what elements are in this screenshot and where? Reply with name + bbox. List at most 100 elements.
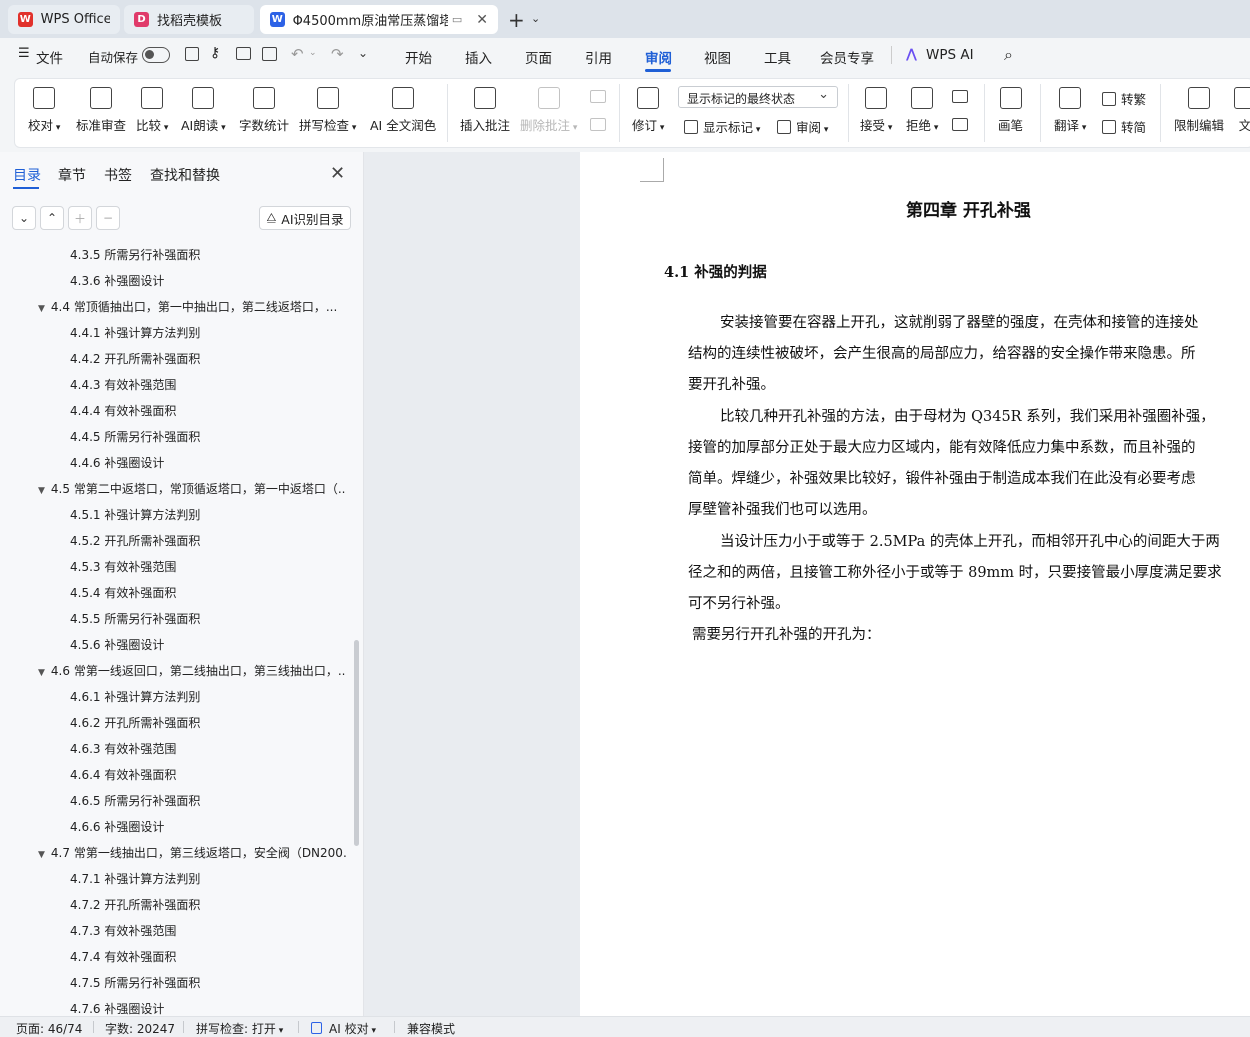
toc-subsection-item[interactable]: 4.4.2 开孔所需补强面积 <box>70 350 340 368</box>
markup-mode-select[interactable]: 显示标记的最终状态 <box>678 86 838 108</box>
toc-subsection-item[interactable]: 4.5.2 开孔所需补强面积 <box>70 532 340 550</box>
autosave-toggle[interactable] <box>142 47 170 63</box>
show-markup-button[interactable]: 显示标记 <box>684 117 760 136</box>
tab-docer[interactable]: D 找稻壳模板 <box>124 5 254 34</box>
ai-read-button[interactable]: AI朗读 <box>181 87 226 134</box>
next-change-icon[interactable] <box>952 118 968 131</box>
menu-view[interactable]: 视图 <box>704 47 731 67</box>
collapse-all-button[interactable]: ⌃ <box>40 206 64 230</box>
word-count-indicator[interactable]: 字数: 20247 <box>105 1020 175 1037</box>
menu-insert[interactable]: 插入 <box>465 47 492 67</box>
proofread-button[interactable]: 校对 <box>28 87 60 134</box>
doc-protect-button[interactable]: 文 <box>1234 87 1250 134</box>
close-icon[interactable]: ✕ <box>330 163 345 184</box>
toc-subsection-item[interactable]: 4.4.5 所需另行补强面积 <box>70 428 340 446</box>
toc-subsection-item[interactable]: 4.5.5 所需另行补强面积 <box>70 610 340 628</box>
menu-references[interactable]: 引用 <box>585 47 612 67</box>
to-simplified-button[interactable]: 转简 <box>1102 117 1146 136</box>
prev-comment-icon[interactable] <box>590 90 606 103</box>
toc-subsection-item[interactable]: 4.3.6 补强圈设计 <box>70 272 340 290</box>
toc-subsection-item[interactable]: 4.5.3 有效补强范围 <box>70 558 340 576</box>
spell-check-status[interactable]: 拼写检查: 打开 <box>196 1020 283 1037</box>
print-icon[interactable] <box>236 47 251 60</box>
pen-button[interactable]: 画笔 <box>998 87 1023 134</box>
toc-subsection-item[interactable]: 4.7.4 有效补强面积 <box>70 948 340 966</box>
toc-subsection-item[interactable]: 4.4.3 有效补强范围 <box>70 376 340 394</box>
toc-subsection-item[interactable]: 4.6.4 有效补强面积 <box>70 766 340 784</box>
toc-subsection-item[interactable]: 4.5.1 补强计算方法判别 <box>70 506 340 524</box>
toc-subsection-item[interactable]: 4.3.5 所需另行补强面积 <box>70 246 340 264</box>
tab-chapters[interactable]: 章节 <box>58 165 86 185</box>
page-indicator[interactable]: 页面: 46/74 <box>16 1020 82 1037</box>
to-traditional-button[interactable]: 转繁 <box>1102 89 1146 108</box>
delete-comment-button[interactable]: 删除批注 <box>520 87 577 134</box>
menu-tools[interactable]: 工具 <box>764 47 791 67</box>
toc-subsection-item[interactable]: 4.5.6 补强圈设计 <box>70 636 340 654</box>
track-changes-button[interactable]: 修订 <box>632 87 664 134</box>
toc-subsection-item[interactable]: 4.5.4 有效补强面积 <box>70 584 340 602</box>
file-menu[interactable]: 文件 <box>36 47 63 67</box>
tab-wps-office[interactable]: W WPS Office <box>8 5 120 34</box>
tab-bookmarks[interactable]: 书签 <box>104 165 132 185</box>
collapse-triangle-icon[interactable]: ▼ <box>38 850 45 860</box>
compare-button[interactable]: 比较 <box>136 87 168 134</box>
new-tab-button[interactable]: + <box>508 8 525 32</box>
tab-list-chevron-icon[interactable]: ⌄ <box>531 12 540 25</box>
close-icon[interactable]: ✕ <box>476 12 488 28</box>
standard-review-button[interactable]: 标准审查 <box>76 87 126 134</box>
toc-subsection-item[interactable]: 4.4.6 补强圈设计 <box>70 454 340 472</box>
menu-home[interactable]: 开始 <box>405 47 432 67</box>
menu-review[interactable]: 审阅 <box>645 47 672 67</box>
toc-subsection-item[interactable]: 4.7.2 开孔所需补强面积 <box>70 896 340 914</box>
menu-page[interactable]: 页面 <box>525 47 552 67</box>
ai-polish-button[interactable]: AI 全文润色 <box>370 87 436 134</box>
accept-button[interactable]: 接受 <box>860 87 892 134</box>
key-icon[interactable]: ⚷ <box>210 45 220 61</box>
redo-icon[interactable]: ↷ <box>331 45 344 63</box>
print-preview-icon[interactable] <box>262 47 277 61</box>
expand-all-button[interactable]: ⌄ <box>12 206 36 230</box>
collapse-triangle-icon[interactable]: ▼ <box>38 304 45 314</box>
toc-subsection-item[interactable]: 4.6.3 有效补强范围 <box>70 740 340 758</box>
tab-toc[interactable]: 目录 <box>13 165 41 185</box>
toc-subsection-item[interactable]: 4.7.5 所需另行补强面积 <box>70 974 340 992</box>
toc-section-item[interactable]: ▼ 4.4 常顶循抽出口，第一中抽出口，第二线返塔口，... <box>38 298 346 316</box>
add-heading-button[interactable]: ＋ <box>68 206 92 230</box>
toc-subsection-item[interactable]: 4.7.3 有效补强范围 <box>70 922 340 940</box>
collapse-triangle-icon[interactable]: ▼ <box>38 486 45 496</box>
ai-toc-button[interactable]: ⧋ AI识别目录 <box>259 206 351 230</box>
toc-section-item[interactable]: ▼ 4.5 常第二中返塔口，常顶循返塔口，第一中返塔口（... <box>38 480 346 498</box>
ai-proof-status[interactable]: AI 校对 <box>329 1020 376 1037</box>
search-icon[interactable]: ⌕ <box>1004 45 1013 65</box>
undo-icon[interactable]: ↶ <box>291 45 304 63</box>
toc-subsection-item[interactable]: 4.6.6 补强圈设计 <box>70 818 340 836</box>
review-pane-button[interactable]: 审阅 <box>777 117 828 136</box>
tab-document[interactable]: W Φ4500mm原油常压蒸馏塔机 ▭ ✕ <box>260 5 498 34</box>
toc-subsection-item[interactable]: 4.7.1 补强计算方法判别 <box>70 870 340 888</box>
toc-subsection-item[interactable]: 4.6.5 所需另行补强面积 <box>70 792 340 810</box>
menu-wps-ai[interactable]: WPS AI <box>926 47 974 63</box>
reject-button[interactable]: 拒绝 <box>906 87 938 134</box>
tab-find-replace[interactable]: 查找和替换 <box>150 165 220 185</box>
hamburger-icon[interactable]: ☰ <box>18 46 30 61</box>
undo-dropdown-icon[interactable]: ⌄ <box>309 48 317 58</box>
toc-subsection-item[interactable]: 4.6.2 开孔所需补强面积 <box>70 714 340 732</box>
spell-check-button[interactable]: 拼写检查 <box>299 87 356 134</box>
save-icon[interactable] <box>185 47 199 61</box>
toc-subsection-item[interactable]: 4.4.1 补强计算方法判别 <box>70 324 340 342</box>
next-comment-icon[interactable] <box>590 118 606 131</box>
panel-scrollbar[interactable] <box>354 640 359 846</box>
prev-change-icon[interactable] <box>952 90 968 103</box>
menu-member[interactable]: 会员专享 <box>820 47 874 67</box>
toc-subsection-item[interactable]: 4.4.4 有效补强面积 <box>70 402 340 420</box>
toc-subsection-item[interactable]: 4.6.1 补强计算方法判别 <box>70 688 340 706</box>
translate-button[interactable]: 翻译 <box>1054 87 1086 134</box>
collapse-triangle-icon[interactable]: ▼ <box>38 668 45 678</box>
toc-section-item[interactable]: ▼ 4.7 常第一线抽出口，第三线返塔口，安全阀（DN200... <box>38 844 346 862</box>
toc-section-item[interactable]: ▼ 4.6 常第一线返回口，第二线抽出口，第三线抽出口，... <box>38 662 346 680</box>
remove-heading-button[interactable]: − <box>96 206 120 230</box>
quick-access-chevron-icon[interactable]: ⌄ <box>358 46 368 60</box>
word-count-button[interactable]: 字数统计 <box>239 87 289 134</box>
insert-comment-button[interactable]: 插入批注 <box>460 87 510 134</box>
restrict-edit-button[interactable]: 限制编辑 <box>1174 87 1224 134</box>
